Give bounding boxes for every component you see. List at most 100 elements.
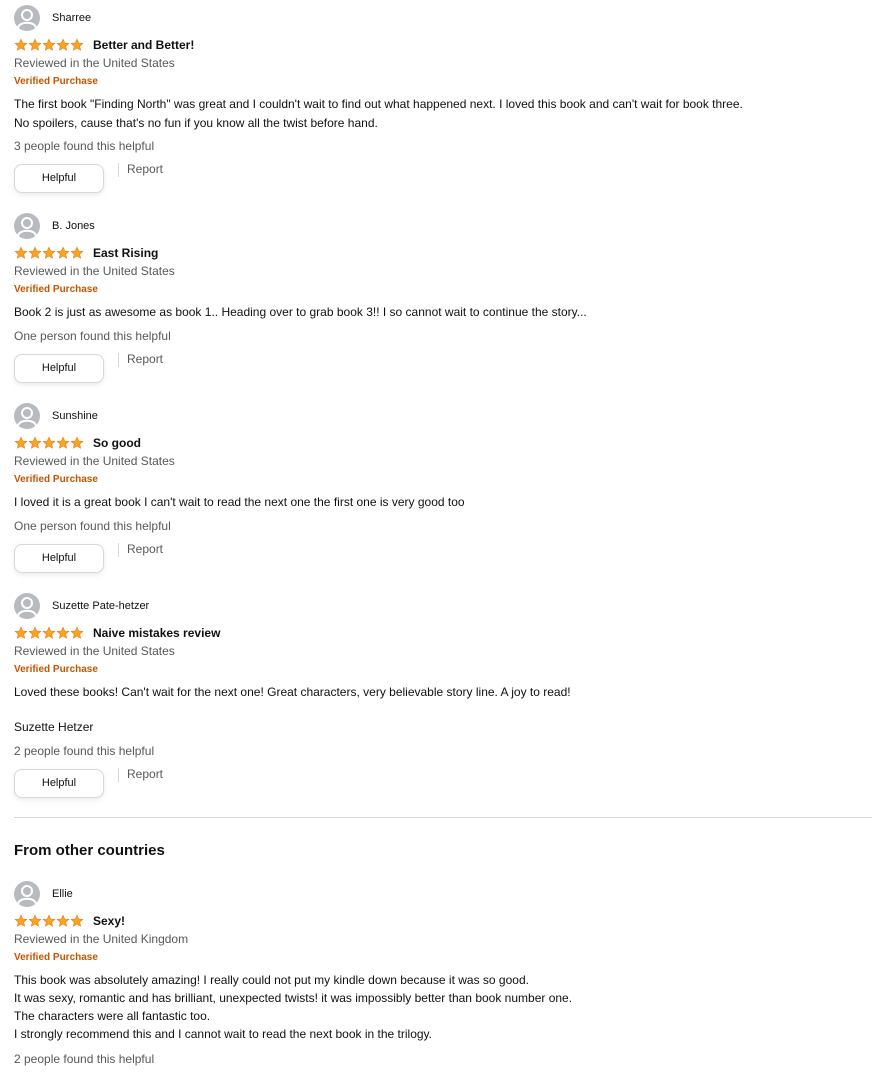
reviewer-profile[interactable]: Ellie bbox=[14, 881, 73, 907]
review-card: Ellie Sexy! Reviewed in the United Kingd… bbox=[14, 881, 872, 1076]
review-body-line: I loved it is a great book I can't wait … bbox=[14, 495, 465, 509]
section-heading: From other countries bbox=[14, 842, 165, 859]
reviewer-profile[interactable]: Sunshine bbox=[14, 403, 98, 429]
review-date: Reviewed in the United States bbox=[14, 644, 175, 658]
review-actions: Helpful Report bbox=[14, 352, 163, 383]
review-body: This book was absolutely amazing! I real… bbox=[14, 971, 572, 1043]
star-rating[interactable] bbox=[14, 38, 84, 52]
reviewer-name[interactable]: B. Jones bbox=[52, 220, 95, 232]
report-link[interactable]: Report bbox=[127, 162, 163, 176]
star-icon bbox=[70, 436, 84, 449]
review-card: B. Jones East Rising Reviewed in the Uni… bbox=[14, 213, 872, 383]
avatar-icon bbox=[14, 881, 40, 907]
helpful-button[interactable]: Helpful bbox=[14, 163, 104, 193]
review-body-line: The characters were all fantastic too. bbox=[14, 1009, 211, 1023]
review-body: The first book "Finding North" was great… bbox=[14, 95, 743, 133]
action-divider bbox=[118, 353, 119, 367]
review-body-line: I strongly recommend this and I cannot w… bbox=[14, 1027, 433, 1041]
star-icon bbox=[56, 246, 70, 259]
review-actions: Helpful Report bbox=[14, 542, 163, 573]
star-icon bbox=[28, 246, 42, 259]
review-body: Book 2 is just as awesome as book 1.. He… bbox=[14, 303, 587, 322]
star-icon bbox=[70, 914, 84, 927]
review-card: Sunshine So good Reviewed in the United … bbox=[14, 403, 872, 573]
star-rating[interactable] bbox=[14, 246, 84, 260]
review-title[interactable]: Naive mistakes review bbox=[93, 626, 220, 640]
avatar-icon bbox=[14, 213, 40, 239]
avatar-icon bbox=[14, 403, 40, 429]
avatar-icon bbox=[14, 5, 40, 31]
review-card: Sharree Better and Better! Reviewed in t… bbox=[14, 5, 872, 195]
star-icon bbox=[42, 436, 56, 449]
review-body-line: Book 2 is just as awesome as book 1.. He… bbox=[14, 305, 587, 319]
avatar-icon bbox=[14, 593, 40, 619]
helpful-count: One person found this helpful bbox=[14, 519, 171, 533]
star-icon bbox=[14, 626, 28, 639]
review-date: Reviewed in the United Kingdom bbox=[14, 932, 189, 946]
star-icon bbox=[70, 246, 84, 259]
review-body-line: Suzette Hetzer bbox=[14, 720, 94, 734]
reviewer-profile[interactable]: B. Jones bbox=[14, 213, 95, 239]
review-card: Suzette Pate-hetzer Naive mistakes revie… bbox=[14, 593, 872, 803]
review-actions: Helpful Report bbox=[14, 767, 163, 798]
report-link[interactable]: Report bbox=[127, 352, 163, 366]
action-divider bbox=[118, 163, 119, 177]
report-link[interactable]: Report bbox=[127, 542, 163, 556]
review-body-line: This book was absolutely amazing! I real… bbox=[14, 973, 529, 987]
star-icon bbox=[14, 436, 28, 449]
star-icon bbox=[42, 38, 56, 51]
review-date: Reviewed in the United States bbox=[14, 454, 175, 468]
review-title[interactable]: So good bbox=[93, 436, 141, 450]
action-divider bbox=[118, 543, 119, 557]
review-title[interactable]: Sexy! bbox=[93, 914, 125, 928]
verified-purchase-badge: Verified Purchase bbox=[14, 76, 98, 87]
review-title[interactable]: Better and Better! bbox=[93, 38, 194, 52]
verified-purchase-badge: Verified Purchase bbox=[14, 952, 98, 963]
star-rating[interactable] bbox=[14, 626, 84, 640]
star-icon bbox=[28, 914, 42, 927]
review-body: I loved it is a great book I can't wait … bbox=[14, 493, 465, 512]
star-rating[interactable] bbox=[14, 436, 84, 450]
helpful-count: 2 people found this helpful bbox=[14, 744, 155, 758]
star-icon bbox=[28, 38, 42, 51]
review-body: Loved these books! Can't wait for the ne… bbox=[14, 683, 571, 737]
report-link[interactable]: Report bbox=[127, 767, 163, 781]
star-icon bbox=[14, 38, 28, 51]
review-body-line: The first book "Finding North" was great… bbox=[14, 97, 743, 111]
reviewer-name[interactable]: Suzette Pate-hetzer bbox=[52, 600, 149, 612]
review-date: Reviewed in the United States bbox=[14, 264, 175, 278]
reviewer-name[interactable]: Ellie bbox=[52, 888, 73, 900]
reviewer-name[interactable]: Sharree bbox=[52, 12, 91, 24]
verified-purchase-badge: Verified Purchase bbox=[14, 284, 98, 295]
star-icon bbox=[56, 436, 70, 449]
review-date: Reviewed in the United States bbox=[14, 56, 175, 70]
star-icon bbox=[70, 626, 84, 639]
helpful-button[interactable]: Helpful bbox=[14, 353, 104, 383]
helpful-count: 2 people found this helpful bbox=[14, 1052, 155, 1066]
star-icon bbox=[42, 626, 56, 639]
helpful-button[interactable]: Helpful bbox=[14, 768, 104, 798]
helpful-count: 3 people found this helpful bbox=[14, 139, 155, 153]
review-body-line: It was sexy, romantic and has brilliant,… bbox=[14, 991, 573, 1005]
star-icon bbox=[56, 914, 70, 927]
review-actions: Helpful Report bbox=[14, 162, 163, 193]
verified-purchase-badge: Verified Purchase bbox=[14, 474, 98, 485]
star-icon bbox=[28, 626, 42, 639]
review-body-line: No spoilers, cause that's no fun if you … bbox=[14, 116, 378, 130]
section-divider bbox=[14, 817, 872, 818]
review-body-line bbox=[14, 702, 571, 718]
helpful-count: One person found this helpful bbox=[14, 329, 171, 343]
reviewer-profile[interactable]: Sharree bbox=[14, 5, 91, 31]
star-icon bbox=[14, 246, 28, 259]
helpful-button[interactable]: Helpful bbox=[14, 543, 104, 573]
reviewer-profile[interactable]: Suzette Pate-hetzer bbox=[14, 593, 149, 619]
star-icon bbox=[42, 246, 56, 259]
review-title[interactable]: East Rising bbox=[93, 246, 158, 260]
action-divider bbox=[118, 768, 119, 782]
star-icon bbox=[56, 626, 70, 639]
star-icon bbox=[70, 38, 84, 51]
star-rating[interactable] bbox=[14, 914, 84, 928]
star-icon bbox=[14, 914, 28, 927]
reviewer-name[interactable]: Sunshine bbox=[52, 410, 98, 422]
review-body-line: Loved these books! Can't wait for the ne… bbox=[14, 685, 571, 699]
